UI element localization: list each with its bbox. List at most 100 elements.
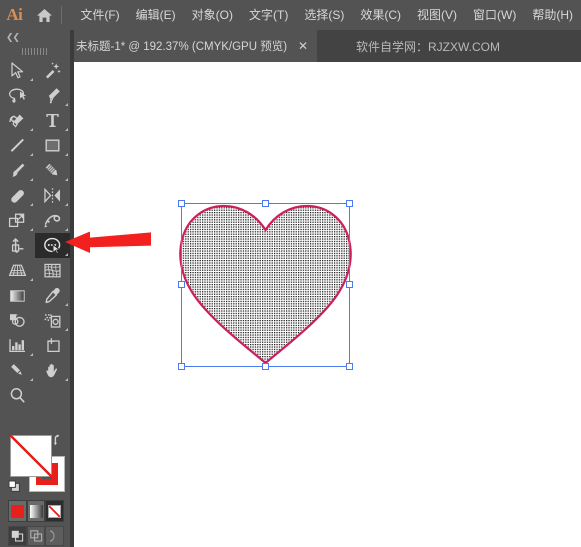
- watermark-text: 软件自学网：RJZXW.COM: [356, 39, 500, 54]
- menu-view[interactable]: 视图(V): [409, 0, 465, 30]
- tool-row: [0, 158, 70, 183]
- magic-wand-tool[interactable]: [35, 58, 70, 83]
- tool-row: [0, 308, 70, 333]
- document-tab-active[interactable]: 未标题-1* @ 192.37% (CMYK/GPU 预览) ✕: [62, 30, 318, 62]
- app-logo: Ai: [6, 5, 23, 24]
- none-mode-button[interactable]: [45, 500, 65, 522]
- panel-grip[interactable]: [0, 44, 70, 58]
- draw-mode-buttons: [8, 526, 65, 546]
- document-tab-title: 未标题-1* @ 192.37% (CMYK/GPU 预览): [76, 41, 288, 53]
- menu-bar: Ai 文件(F) 编辑(E) 对象(O) 文字(T) 选择(S) 效果(C) 视…: [0, 0, 581, 30]
- artwork-group[interactable]: [178, 200, 357, 373]
- menu-file[interactable]: 文件(F): [72, 0, 127, 30]
- selection-handle-bottom-left[interactable]: [178, 363, 185, 370]
- home-icon[interactable]: [29, 0, 60, 30]
- selection-handle-top-right[interactable]: [346, 200, 353, 207]
- line-segment-tool[interactable]: [0, 133, 35, 158]
- menu-type[interactable]: 文字(T): [241, 0, 296, 30]
- menu-object[interactable]: 对象(O): [184, 0, 241, 30]
- color-mode-swatch: [10, 504, 24, 518]
- scale-tool[interactable]: [0, 208, 35, 233]
- selection-tool[interactable]: [0, 58, 35, 83]
- tool-row: [0, 183, 70, 208]
- flyout-triangle-icon: [65, 228, 68, 231]
- gradient-mode-button[interactable]: [26, 500, 46, 522]
- menu-window[interactable]: 窗口(W): [465, 0, 524, 30]
- draw-behind-button[interactable]: [26, 526, 46, 546]
- curvature-tool[interactable]: [0, 108, 35, 133]
- selection-handle-bottom-center[interactable]: [262, 363, 269, 370]
- perspective-grid-tool[interactable]: [0, 258, 35, 283]
- width-warp-tool[interactable]: [35, 208, 70, 233]
- draw-inside-button[interactable]: [45, 526, 65, 546]
- pen-tool[interactable]: [35, 83, 70, 108]
- paintbrush-tool[interactable]: [0, 158, 35, 183]
- flyout-triangle-icon: [30, 278, 33, 281]
- artboard-tool[interactable]: [35, 333, 70, 358]
- default-fill-stroke-icon[interactable]: [8, 480, 21, 493]
- flyout-triangle-icon: [30, 153, 33, 156]
- tools-panel: ❮❮: [0, 30, 70, 547]
- tool-row: [0, 283, 70, 308]
- tool-grid: [0, 58, 70, 408]
- selection-bounding-box: [181, 203, 350, 367]
- menu-help[interactable]: 帮助(H): [524, 0, 581, 30]
- flyout-triangle-icon: [65, 378, 68, 381]
- hand-tool[interactable]: [35, 358, 70, 383]
- close-icon[interactable]: ✕: [297, 40, 309, 52]
- flyout-triangle-icon: [30, 353, 33, 356]
- selection-handle-top-left[interactable]: [178, 200, 185, 207]
- eraser-tool[interactable]: [0, 183, 35, 208]
- menu-effect[interactable]: 效果(C): [352, 0, 409, 30]
- selection-handle-bottom-right[interactable]: [346, 363, 353, 370]
- menu-separator: [61, 6, 63, 24]
- fill-swatch[interactable]: [10, 435, 52, 477]
- draw-normal-button[interactable]: [8, 526, 27, 546]
- symbol-sprayer-tool[interactable]: [35, 308, 70, 333]
- illustrator-window: Ai 文件(F) 编辑(E) 对象(O) 文字(T) 选择(S) 效果(C) 视…: [0, 0, 581, 547]
- chevron-double-left-icon: ❮❮: [6, 32, 20, 42]
- eyedropper-tool[interactable]: [35, 283, 70, 308]
- column-graph-tool[interactable]: [0, 333, 35, 358]
- swap-fill-stroke-icon[interactable]: [52, 433, 66, 447]
- zoom-tool[interactable]: [0, 383, 35, 408]
- tool-empty-cell: [35, 383, 70, 408]
- rectangle-tool[interactable]: [35, 133, 70, 158]
- free-transform-tool[interactable]: [0, 233, 35, 258]
- flyout-triangle-icon: [30, 128, 33, 131]
- color-swatch-area: [0, 430, 70, 547]
- document-tab-bar: 未标题-1* @ 192.37% (CMYK/GPU 预览) ✕ 软件自学网：R…: [0, 30, 581, 62]
- shape-builder-tool[interactable]: [35, 233, 70, 258]
- color-mode-button[interactable]: [8, 500, 27, 522]
- selection-handle-middle-left[interactable]: [178, 281, 185, 288]
- fill-none-slash-icon: [10, 435, 52, 477]
- tool-row: [0, 133, 70, 158]
- menu-item-list: 文件(F) 编辑(E) 对象(O) 文字(T) 选择(S) 效果(C) 视图(V…: [72, 0, 581, 30]
- flyout-triangle-icon: [65, 253, 68, 256]
- tool-row: [0, 233, 70, 258]
- flyout-triangle-icon: [30, 228, 33, 231]
- mesh-tool[interactable]: [35, 258, 70, 283]
- flyout-triangle-icon: [65, 203, 68, 206]
- collapse-panel-button[interactable]: ❮❮: [0, 30, 70, 44]
- lasso-tool[interactable]: [0, 83, 35, 108]
- tool-row: [0, 58, 70, 83]
- artboard-canvas[interactable]: [74, 62, 581, 547]
- gradient-tool[interactable]: [0, 283, 35, 308]
- shaper-pencil-tool[interactable]: [35, 158, 70, 183]
- type-tool[interactable]: [35, 108, 70, 133]
- selection-handle-middle-right[interactable]: [346, 281, 353, 288]
- rotate-reflect-tool[interactable]: [35, 183, 70, 208]
- tool-row: [0, 383, 70, 408]
- tool-row: [0, 208, 70, 233]
- tool-row: [0, 83, 70, 108]
- slice-tool[interactable]: [0, 358, 35, 383]
- flyout-triangle-icon: [65, 303, 68, 306]
- menu-select[interactable]: 选择(S): [296, 0, 352, 30]
- tool-row: [0, 258, 70, 283]
- flyout-triangle-icon: [30, 203, 33, 206]
- menu-edit[interactable]: 编辑(E): [128, 0, 184, 30]
- flyout-triangle-icon: [65, 103, 68, 106]
- blend-tool[interactable]: [0, 308, 35, 333]
- selection-handle-top-center[interactable]: [262, 200, 269, 207]
